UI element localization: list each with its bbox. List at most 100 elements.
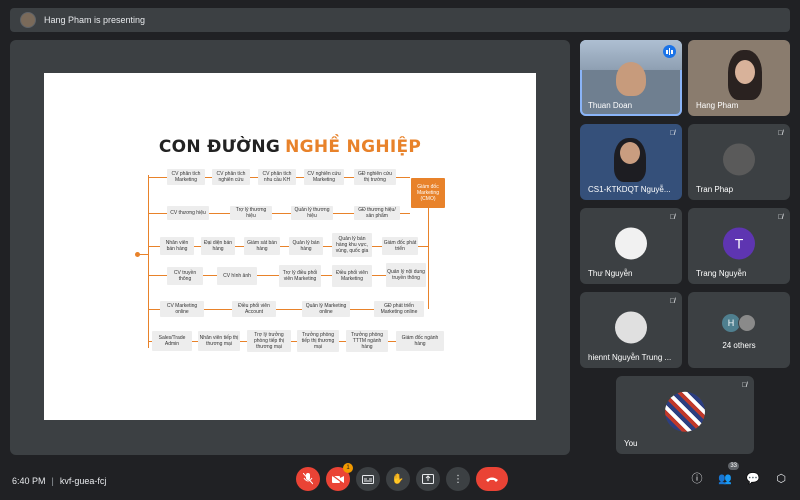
call-controls: 1 ✋ ⋮ [296,463,508,491]
diagram-box: CV thương hiệu [167,206,209,220]
notification-badge: 1 [343,463,353,473]
diagram-box: GĐ thương hiệu/ sản phẩm [354,206,400,220]
participant-tile-trang-nguyen[interactable]: T 🎙̸ Trang Nguyễn [688,208,790,284]
meeting-info: 6:40 PM | kvf-guea-fcj [12,476,106,486]
diagram-box: CV phân tích nhu cầu KH [258,169,296,185]
participant-tile-thu-nguyen[interactable]: 🎙̸ Thư Nguyễn [580,208,682,284]
cmo-box: Giám đốc Marketing (CMO) [411,178,445,208]
presented-slide: CON ĐƯỜNG NGHỀ NGHIỆP Giám đốc Marketing … [44,73,536,420]
diagram-box: CV nghiên cứu Marketing [304,169,344,185]
participant-tile-you[interactable]: 🎙̸ You [616,376,754,454]
diagram-box: Đại diện bán hàng [201,237,235,255]
participant-name: Trang Nguyễn [696,269,747,278]
mic-off-icon: 🎙̸ [741,382,747,389]
participant-tile-hiennt[interactable]: 🎙̸ hiennt Nguyễn Trung ... [580,292,682,368]
participant-tile-tran-phap[interactable]: 🎙̸ Tran Phap [688,124,790,200]
diagram-box: CV phân tích Marketing [167,169,205,185]
people-icon: 👥 [718,472,732,485]
diagram-box: CV truyền thông [167,267,203,285]
cmo-connector [428,208,429,309]
more-options-button[interactable]: ⋮ [446,467,470,491]
hang-up-icon [486,477,498,482]
captions-button[interactable] [356,467,380,491]
diagram-box: Trợ lý thương hiệu [230,206,272,220]
diagram-box: Quản lý bán hàng khu vực, vùng, quốc gia [332,233,372,257]
speaking-indicator-icon [663,45,676,58]
participant-name: Thư Nguyễn [588,269,633,278]
mic-toggle-button[interactable] [296,467,320,491]
avatar: T [723,227,755,260]
diagram-box: GĐ phát triển Marketing online [374,301,424,317]
camera-off-icon [332,474,344,484]
diagram-trunk [148,175,149,348]
diagram-box: Nhân viên tiếp thị thương mại [198,331,240,351]
activities-button[interactable]: ⬡ [772,469,790,487]
diagram-box: Giám đốc phát triển [382,237,418,255]
leave-call-button[interactable] [476,467,508,491]
camera-toggle-button[interactable]: 1 [326,463,353,491]
presenter-avatar [20,12,36,28]
others-avatar-photo [738,314,756,332]
raise-hand-button[interactable]: ✋ [386,467,410,491]
people-count: 33 [728,462,739,470]
mic-off-icon [303,473,313,485]
side-panel-controls: ⓘ 👥 33 💬 ⬡ [688,462,790,487]
clock-time: 6:40 PM [12,476,46,486]
diagram-box: Điều phối viên Marketing [332,265,372,287]
participant-tile-cs1[interactable]: 🎙̸ CS1-KTKDQT Nguyễ... [580,124,682,200]
mic-off-icon: 🎙̸ [777,130,783,137]
diagram-box: Quản lý nội dung truyền thông [386,263,426,287]
diagram-box: Quản lý bán hàng [289,237,323,255]
avatar [723,143,755,176]
diagram-box: CV hình ảnh [217,267,257,285]
diagram-box: Quản lý thương hiệu [291,206,333,220]
diagram-box: CV phân tích nghiên cứu [212,169,250,185]
participant-tile-hang-pham[interactable]: Hang Pham [688,40,790,116]
diagram-box: Giám đốc ngành hàng [396,331,444,351]
diagram-box: Quản lý Marketing online [302,301,350,317]
participant-name: CS1-KTKDQT Nguyễ... [588,185,671,194]
chat-button[interactable]: 💬 [744,469,762,487]
hand-icon: ✋ [391,473,405,485]
diagram-box: GĐ nghiên cứu thị trường [354,169,396,185]
slide-title-part1: CON ĐƯỜNG [158,137,281,157]
chat-icon: 💬 [746,472,760,485]
mic-off-icon: 🎙̸ [669,214,675,221]
diagram-box: Trưởng phòng tiếp thị thương mại [297,330,339,352]
slide-title-part2: NGHỀ NGHIỆP [285,137,422,157]
participant-name: Thuan Doan [588,101,633,110]
diagram-root-dot [135,252,140,257]
avatar [615,311,647,344]
activities-icon: ⬡ [776,472,786,485]
diagram-box: Trưởng phòng TTTM ngành hàng [346,330,388,352]
others-count: 24 others [722,341,756,350]
diagram-box: Trợ lý điều phối viên Marketing [279,265,321,287]
presenting-banner: Hang Pham is presenting [10,8,790,32]
diagram-box: Trợ lý trưởng phòng tiếp thị thương mại [247,330,291,352]
meeting-details-button[interactable]: ⓘ [688,469,706,487]
participant-face [735,60,755,84]
diagram-box: Giám sát bán hàng [244,237,280,255]
avatar [615,227,647,260]
present-now-button[interactable] [416,467,440,491]
participant-tile-thuan-doan[interactable]: Thuan Doan [580,40,682,116]
participant-name: You [624,439,638,448]
diagram-box: CV Marketing online [160,301,204,317]
info-separator: | [51,476,54,486]
people-button[interactable]: 👥 33 [716,462,739,487]
avatar [665,391,705,432]
diagram-box: Sales/Trade Admin [152,331,192,351]
mic-off-icon: 🎙̸ [669,130,675,137]
mic-off-icon: 🎙̸ [777,214,783,221]
participant-name: hiennt Nguyễn Trung ... [588,353,672,362]
participant-name: Tran Phap [696,185,734,194]
participant-tile-others[interactable]: H 24 others [688,292,790,368]
diagram-box: Nhân viên bán hàng [160,237,194,255]
participant-face [620,142,640,164]
diagram-box: Điều phối viên Account [232,301,276,317]
slide-title: CON ĐƯỜNG NGHỀ NGHIỆP [44,137,536,157]
bottom-control-bar: 6:40 PM | kvf-guea-fcj 1 ✋ ⋮ ⓘ 👥 33 💬 ⬡ [0,462,800,500]
presenting-text: Hang Pham is presenting [44,15,146,25]
participant-name: Hang Pham [696,101,739,110]
presentation-stage: CON ĐƯỜNG NGHỀ NGHIỆP Giám đốc Marketing … [10,40,570,455]
